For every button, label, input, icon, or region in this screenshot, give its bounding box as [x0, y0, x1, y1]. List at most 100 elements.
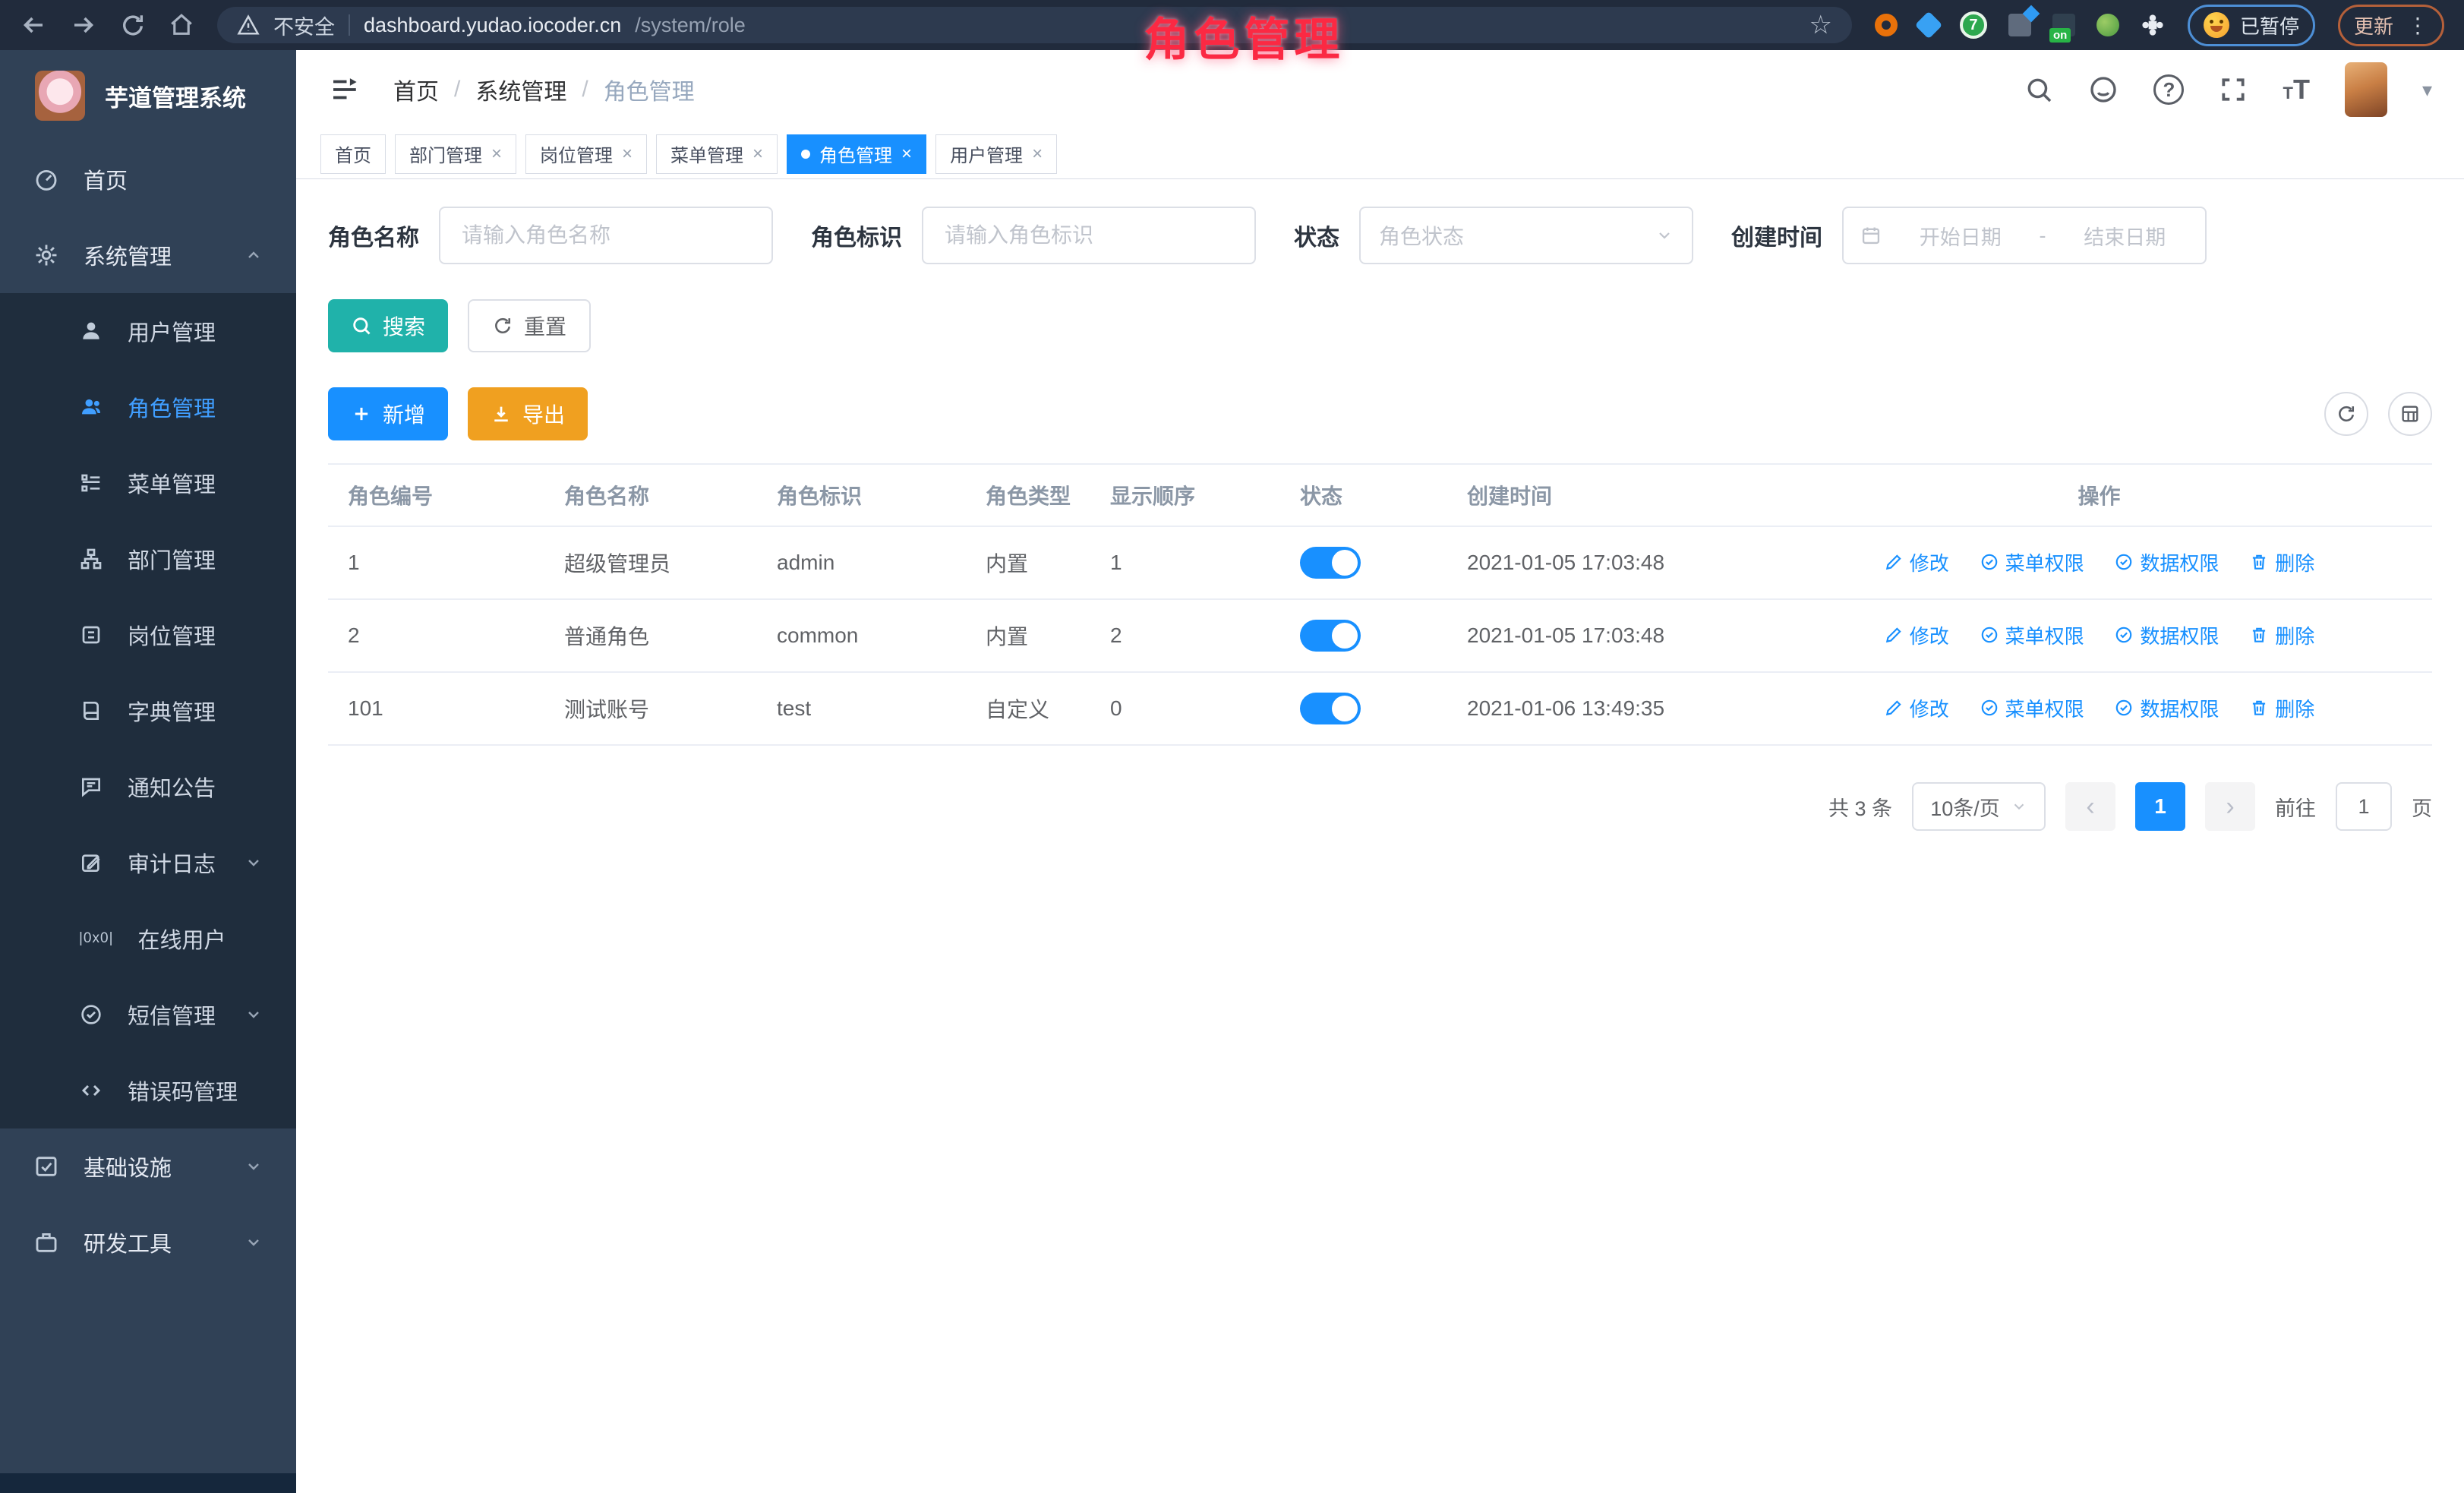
sidebar-item-dict[interactable]: 字典管理	[0, 673, 296, 749]
close-icon[interactable]: ×	[752, 144, 763, 165]
data-permission-link[interactable]: 数据权限	[2114, 694, 2219, 722]
data-permission-link[interactable]: 数据权限	[2114, 621, 2219, 649]
reset-button[interactable]: 重置	[468, 299, 591, 352]
extensions-puzzle-icon[interactable]	[2141, 13, 2165, 37]
profile-paused-pill[interactable]: 已暂停	[2188, 5, 2315, 46]
chevron-down-icon	[245, 1233, 263, 1252]
audit-log-icon	[79, 851, 103, 875]
sidebar-item-error-codes[interactable]: 错误码管理	[0, 1053, 296, 1128]
breadcrumb-current: 角色管理	[604, 73, 695, 106]
home-icon[interactable]	[169, 12, 194, 38]
next-page-button[interactable]: ›	[2205, 782, 2255, 831]
hamburger-icon[interactable]	[328, 74, 360, 106]
reload-icon[interactable]	[120, 12, 146, 38]
status-toggle[interactable]	[1300, 620, 1361, 652]
sidebar-item-home[interactable]: 首页	[0, 141, 296, 217]
menu-permission-link[interactable]: 菜单权限	[1980, 548, 2084, 576]
sidebar-item-menus[interactable]: 菜单管理	[0, 445, 296, 521]
extension-gem-icon[interactable]	[1915, 11, 1943, 39]
back-icon[interactable]	[20, 11, 47, 39]
close-icon[interactable]: ×	[1032, 144, 1043, 165]
sidebar-item-online-users[interactable]: |0x0| 在线用户	[0, 901, 296, 977]
forward-icon[interactable]	[70, 11, 97, 39]
sidebar-item-dev-tools[interactable]: 研发工具	[0, 1204, 296, 1280]
help-icon[interactable]: ?	[2153, 74, 2184, 105]
sidebar-item-users[interactable]: 用户管理	[0, 293, 296, 369]
app-logo-row[interactable]: 芋道管理系统	[0, 50, 296, 141]
tab-posts[interactable]: 岗位管理×	[525, 134, 647, 174]
start-date-placeholder[interactable]: 开始日期	[1897, 221, 2024, 251]
role-name-label: 角色名称	[328, 219, 419, 252]
tab-menus[interactable]: 菜单管理×	[656, 134, 778, 174]
delete-link[interactable]: 删除	[2249, 621, 2314, 649]
prev-page-button[interactable]: ‹	[2065, 782, 2115, 831]
table-row: 1 超级管理员 admin 内置 1 2021-01-05 17:03:48 修…	[328, 526, 2432, 599]
status-label: 状态	[1294, 219, 1339, 252]
warning-icon	[237, 14, 260, 36]
delete-link[interactable]: 删除	[2249, 548, 2314, 576]
search-icon[interactable]	[2024, 75, 2053, 104]
pagination: 共 3 条 10条/页 ‹ 1 › 前往 页	[328, 782, 2432, 831]
role-name-input[interactable]	[439, 207, 773, 264]
col-sort: 显示顺序	[1090, 464, 1280, 526]
columns-icon[interactable]	[2388, 392, 2432, 436]
tab-users[interactable]: 用户管理×	[935, 134, 1057, 174]
sidebar-item-audit-log[interactable]: 审计日志	[0, 825, 296, 901]
refresh-icon[interactable]	[2324, 392, 2368, 436]
tab-departments[interactable]: 部门管理×	[395, 134, 516, 174]
sidebar-item-departments[interactable]: 部门管理	[0, 521, 296, 597]
extension-grid-icon[interactable]	[2008, 14, 2031, 36]
browser-update-pill[interactable]: 更新 ⋮	[2338, 5, 2444, 46]
page-size-select[interactable]: 10条/页	[1912, 782, 2046, 831]
menu-permission-link[interactable]: 菜单权限	[1980, 694, 2084, 722]
sidebar-item-infrastructure[interactable]: 基础设施	[0, 1128, 296, 1204]
export-button[interactable]: 导出	[468, 387, 588, 440]
sidebar-item-notices[interactable]: 通知公告	[0, 749, 296, 825]
edit-link[interactable]: 修改	[1884, 694, 1949, 722]
tab-roles[interactable]: 角色管理×	[787, 134, 926, 174]
date-range-picker[interactable]: 开始日期 - 结束日期	[1842, 207, 2207, 264]
role-key-input[interactable]	[922, 207, 1256, 264]
tab-home[interactable]: 首页	[320, 134, 386, 174]
bookmark-star-icon[interactable]: ☆	[1809, 10, 1831, 40]
caret-down-icon[interactable]: ▾	[2422, 78, 2432, 102]
status-select[interactable]: 角色状态	[1359, 207, 1693, 264]
address-bar[interactable]: 不安全 dashboard.yudao.iocoder.cn /system/r…	[217, 7, 1852, 43]
page-1-button[interactable]: 1	[2135, 782, 2185, 831]
sidebar-item-roles[interactable]: 角色管理	[0, 369, 296, 445]
data-permission-link[interactable]: 数据权限	[2114, 548, 2219, 576]
close-icon[interactable]: ×	[622, 144, 633, 165]
menu-permission-link[interactable]: 菜单权限	[1980, 621, 2084, 649]
end-date-placeholder[interactable]: 结束日期	[2062, 221, 2189, 251]
sidebar-item-sms[interactable]: 短信管理	[0, 977, 296, 1053]
org-tree-icon	[79, 547, 103, 571]
fullscreen-icon[interactable]	[2219, 75, 2248, 104]
sidebar-item-posts[interactable]: 岗位管理	[0, 597, 296, 673]
font-size-icon[interactable]: TT	[2283, 76, 2309, 103]
sidebar-footer-bar	[0, 1473, 296, 1493]
user-avatar[interactable]	[2345, 62, 2387, 117]
goto-page-input[interactable]	[2336, 782, 2392, 831]
extension-green-icon[interactable]	[2096, 14, 2119, 36]
infrastructure-icon	[33, 1154, 59, 1179]
breadcrumb-home[interactable]: 首页	[393, 73, 439, 106]
close-icon[interactable]: ×	[491, 144, 502, 165]
extension-switch-icon[interactable]: on	[2052, 14, 2075, 36]
delete-link[interactable]: 删除	[2249, 694, 2314, 722]
status-toggle[interactable]	[1300, 693, 1361, 724]
annotation-overlay-title: 角色管理	[1144, 3, 1344, 69]
add-button[interactable]: 新增	[328, 387, 448, 440]
sidebar-item-system[interactable]: 系统管理	[0, 217, 296, 293]
extension-badge-icon[interactable]: 7	[1960, 11, 1987, 39]
search-button[interactable]: 搜索	[328, 299, 448, 352]
dev-tools-icon	[33, 1229, 59, 1255]
edit-link[interactable]: 修改	[1884, 621, 1949, 649]
calendar-icon	[1860, 225, 1882, 246]
close-icon[interactable]: ×	[901, 144, 912, 165]
browser-menu-icon[interactable]: ⋮	[2407, 13, 2428, 38]
edit-link[interactable]: 修改	[1884, 548, 1949, 576]
status-toggle[interactable]	[1300, 547, 1361, 579]
breadcrumb-system[interactable]: 系统管理	[475, 73, 566, 106]
extension-donut-icon[interactable]	[1875, 14, 1898, 36]
github-icon[interactable]	[2088, 74, 2119, 105]
